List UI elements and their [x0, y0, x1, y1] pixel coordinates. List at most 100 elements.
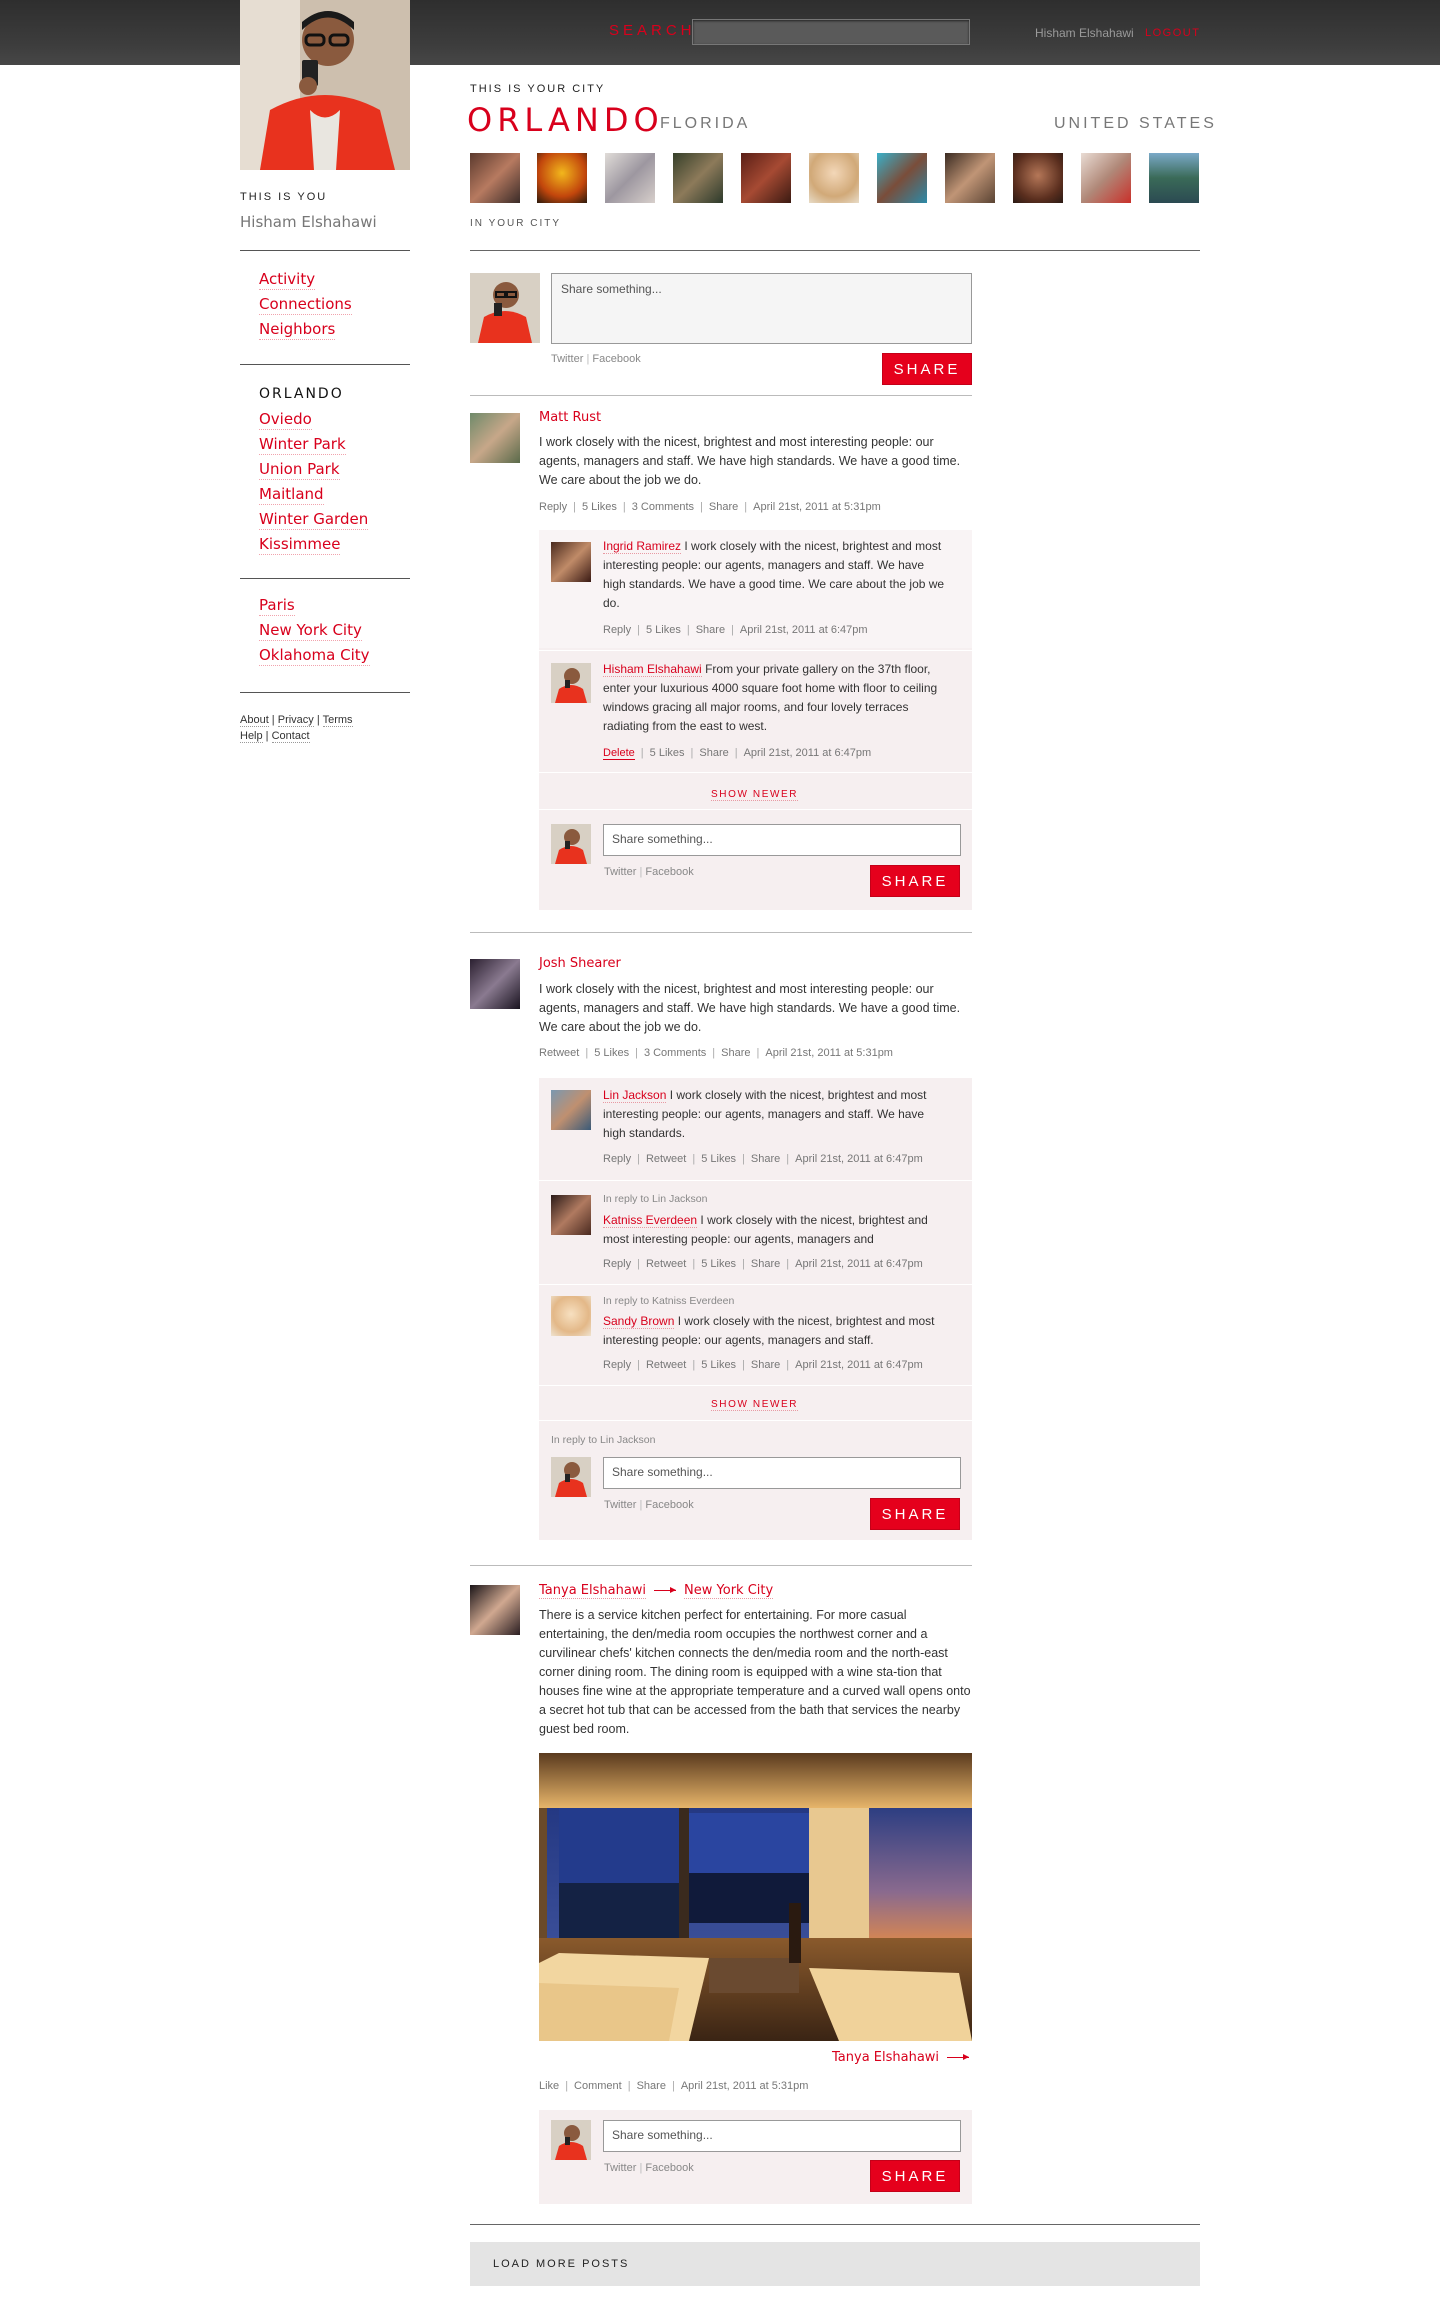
terms-link[interactable]: Terms — [322, 714, 353, 727]
comments-link[interactable]: 3 Comments — [632, 501, 694, 513]
reply-link[interactable]: Reply — [603, 1258, 631, 1270]
reply-link[interactable]: Reply — [603, 624, 631, 636]
twitter-toggle[interactable]: Twitter — [551, 353, 583, 365]
sidebar-current-city[interactable]: ORLANDO — [259, 385, 344, 404]
facebook-toggle[interactable]: Facebook — [645, 1499, 693, 1511]
resident-avatar[interactable] — [537, 153, 587, 203]
twitter-toggle[interactable]: Twitter — [604, 866, 636, 878]
sidebar-city-union-park[interactable]: Union Park — [259, 460, 340, 480]
sidebar-city-oklahoma[interactable]: Oklahoma City — [259, 646, 370, 666]
resident-avatar[interactable] — [741, 153, 791, 203]
resident-avatar[interactable] — [1149, 153, 1199, 203]
resident-avatar[interactable] — [470, 153, 520, 203]
post-author-name[interactable]: Josh Shearer — [539, 956, 621, 971]
sidebar-city-oviedo[interactable]: Oviedo — [259, 410, 312, 430]
reply-link[interactable]: Reply — [539, 501, 567, 513]
like-link[interactable]: Like — [539, 2080, 559, 2092]
reply-input[interactable]: Share something... — [603, 824, 961, 856]
resident-avatar[interactable] — [1013, 153, 1063, 203]
reply-share-button[interactable]: SHARE — [870, 1498, 960, 1530]
resident-avatar[interactable] — [673, 153, 723, 203]
post-author-avatar[interactable] — [470, 413, 520, 463]
sidebar-city-winter-garden[interactable]: Winter Garden — [259, 510, 369, 530]
retweet-link[interactable]: Retweet — [646, 1153, 686, 1165]
comment-author[interactable]: Sandy Brown — [603, 1314, 675, 1329]
sidebar-item-activity[interactable]: Activity — [259, 270, 316, 290]
share-input[interactable]: Share something... — [551, 273, 972, 344]
resident-avatar[interactable] — [605, 153, 655, 203]
contact-link[interactable]: Contact — [271, 730, 310, 743]
sidebar-city-new-york[interactable]: New York City — [259, 621, 362, 641]
resident-avatar[interactable] — [809, 153, 859, 203]
search-input[interactable] — [692, 19, 970, 45]
show-newer-link[interactable]: SHOW NEWER — [711, 1399, 799, 1411]
post-author-avatar[interactable] — [470, 1585, 520, 1635]
facebook-toggle[interactable]: Facebook — [645, 2162, 693, 2174]
share-link[interactable]: Share — [721, 1047, 750, 1059]
photo-credit-author[interactable]: Tanya Elshahawi — [832, 2050, 939, 2065]
comment-avatar[interactable] — [551, 663, 591, 703]
comment-avatar[interactable] — [551, 1090, 591, 1130]
likes-link[interactable]: 5 Likes — [582, 501, 617, 513]
comment-avatar[interactable] — [551, 542, 591, 582]
likes-link[interactable]: 5 Likes — [701, 1258, 736, 1270]
reply-link[interactable]: Reply — [603, 1359, 631, 1371]
share-link[interactable]: Share — [751, 1258, 780, 1270]
current-user-name[interactable]: Hisham Elshahawi — [1035, 26, 1134, 40]
likes-link[interactable]: 5 Likes — [650, 747, 685, 759]
comment-avatar[interactable] — [551, 1195, 591, 1235]
comment-author[interactable]: Katniss Everdeen — [603, 1213, 698, 1228]
comments-link[interactable]: 3 Comments — [644, 1047, 706, 1059]
privacy-link[interactable]: Privacy — [277, 714, 314, 727]
comment-author[interactable]: Ingrid Ramirez — [603, 539, 682, 554]
about-link[interactable]: About — [240, 714, 269, 727]
resident-avatar[interactable] — [877, 153, 927, 203]
post-author-name[interactable]: Matt Rust — [539, 410, 601, 425]
facebook-toggle[interactable]: Facebook — [645, 866, 693, 878]
sidebar-city-maitland[interactable]: Maitland — [259, 485, 324, 505]
comment-author[interactable]: Lin Jackson — [603, 1088, 667, 1103]
show-newer-link[interactable]: SHOW NEWER — [711, 789, 799, 801]
share-link[interactable]: Share — [751, 1153, 780, 1165]
share-link[interactable]: Share — [751, 1359, 780, 1371]
share-link[interactable]: Share — [699, 747, 728, 759]
facebook-toggle[interactable]: Facebook — [592, 353, 640, 365]
help-link[interactable]: Help — [240, 730, 263, 743]
sidebar-item-connections[interactable]: Connections — [259, 295, 352, 315]
share-link[interactable]: Share — [696, 624, 725, 636]
twitter-toggle[interactable]: Twitter — [604, 2162, 636, 2174]
author-link[interactable]: Tanya Elshahawi — [539, 1583, 647, 1599]
sidebar-city-winter-park[interactable]: Winter Park — [259, 435, 346, 455]
reply-share-button[interactable]: SHARE — [870, 2160, 960, 2192]
resident-avatar[interactable] — [1081, 153, 1131, 203]
likes-link[interactable]: 5 Likes — [594, 1047, 629, 1059]
target-city-link[interactable]: New York City — [684, 1583, 774, 1599]
share-link[interactable]: Share — [637, 2080, 666, 2092]
post-photo[interactable] — [539, 1753, 972, 2041]
reply-input[interactable]: Share something... — [603, 1457, 961, 1489]
retweet-link[interactable]: Retweet — [539, 1047, 579, 1059]
load-more-button[interactable]: LOAD MORE POSTS — [470, 2242, 1200, 2286]
sidebar-city-paris[interactable]: Paris — [259, 596, 295, 616]
profile-photo[interactable] — [240, 0, 410, 170]
twitter-toggle[interactable]: Twitter — [604, 1499, 636, 1511]
likes-link[interactable]: 5 Likes — [701, 1153, 736, 1165]
likes-link[interactable]: 5 Likes — [646, 624, 681, 636]
reply-input[interactable]: Share something... — [603, 2120, 961, 2152]
reply-share-button[interactable]: SHARE — [870, 865, 960, 897]
comment-link[interactable]: Comment — [574, 2080, 622, 2092]
post-author-avatar[interactable] — [470, 959, 520, 1009]
sidebar-city-kissimmee[interactable]: Kissimmee — [259, 535, 341, 555]
sidebar-item-neighbors[interactable]: Neighbors — [259, 320, 336, 340]
comment-author[interactable]: Hisham Elshahawi — [603, 662, 702, 677]
logout-link[interactable]: LOGOUT — [1145, 27, 1200, 39]
delete-link[interactable]: Delete — [603, 747, 635, 760]
comment-avatar[interactable] — [551, 1296, 591, 1336]
resident-avatar[interactable] — [945, 153, 995, 203]
share-button[interactable]: SHARE — [882, 353, 972, 385]
reply-link[interactable]: Reply — [603, 1153, 631, 1165]
profile-name[interactable]: Hisham Elshahawi — [240, 213, 377, 231]
share-link[interactable]: Share — [709, 501, 738, 513]
likes-link[interactable]: 5 Likes — [701, 1359, 736, 1371]
retweet-link[interactable]: Retweet — [646, 1258, 686, 1270]
